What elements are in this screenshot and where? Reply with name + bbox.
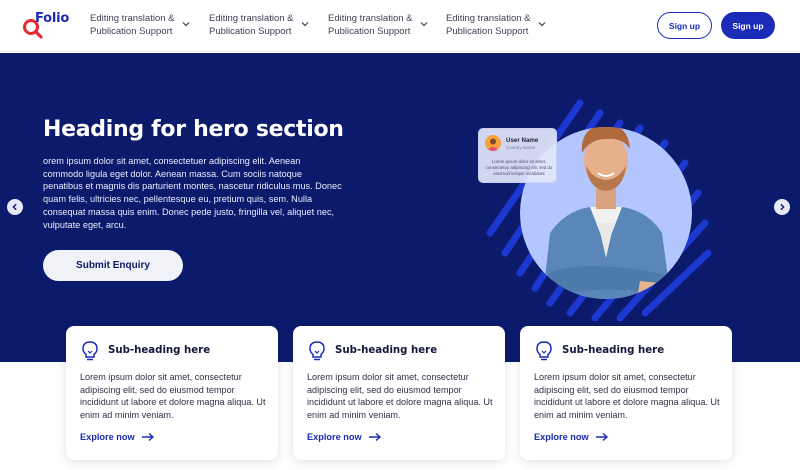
card-title: Sub-heading here bbox=[108, 345, 211, 356]
user-name: User Name bbox=[506, 137, 539, 144]
nav-item-label: Editing translation & Publication Suppor… bbox=[90, 13, 175, 37]
explore-now-label: Explore now bbox=[534, 432, 589, 442]
card-description: Lorem ipsum dolor sit amet, consectetur … bbox=[307, 372, 493, 420]
chevron-left-icon bbox=[12, 203, 17, 211]
user-quote: Lorem ipsum dolor sit amet, consectetuy … bbox=[485, 159, 553, 176]
carousel-prev-button[interactable] bbox=[7, 199, 23, 215]
arrow-right-icon bbox=[595, 432, 608, 442]
lightbulb-icon bbox=[82, 341, 98, 361]
nav-item-editing-1[interactable]: Editing translation & Publication Suppor… bbox=[90, 12, 200, 38]
nav-item-editing-2[interactable]: Editing translation & Publication Suppor… bbox=[209, 12, 319, 38]
feature-card-1: Sub-heading here Lorem ipsum dolor sit a… bbox=[66, 326, 278, 460]
nav-item-label: Editing translation & Publication Suppor… bbox=[328, 13, 413, 37]
arrow-right-icon bbox=[141, 432, 154, 442]
user-country: Country Name bbox=[506, 145, 536, 150]
folio-logo[interactable]: Folio bbox=[22, 10, 70, 42]
hero-description: orem ipsum dolor sit amet, consectetuer … bbox=[43, 156, 342, 230]
chevron-down-icon bbox=[420, 22, 428, 27]
arrow-right-icon bbox=[368, 432, 381, 442]
chevron-right-icon bbox=[780, 203, 785, 211]
submit-enquiry-button[interactable]: Submit Enquiry bbox=[43, 250, 183, 281]
lightbulb-icon bbox=[536, 341, 552, 361]
user-avatar-icon bbox=[487, 138, 499, 151]
explore-now-link[interactable]: Explore now bbox=[534, 432, 609, 442]
hero-section: Heading for hero section orem ipsum dolo… bbox=[0, 53, 800, 362]
carousel-next-button[interactable] bbox=[774, 199, 790, 215]
explore-now-label: Explore now bbox=[80, 432, 135, 442]
nav-item-editing-3[interactable]: Editing translation & Publication Suppor… bbox=[328, 12, 438, 38]
sign-up-outline-button[interactable]: Sign up bbox=[657, 12, 712, 39]
chevron-down-icon bbox=[182, 22, 190, 27]
user-testimonial-card: User Name Country Name Lorem ipsum dolor… bbox=[478, 128, 557, 183]
feature-card-3: Sub-heading here Lorem ipsum dolor sit a… bbox=[520, 326, 732, 460]
explore-now-link[interactable]: Explore now bbox=[307, 432, 382, 442]
top-navbar: Folio Editing translation & Publication … bbox=[0, 0, 800, 52]
card-title: Sub-heading here bbox=[335, 345, 438, 356]
feature-card-2: Sub-heading here Lorem ipsum dolor sit a… bbox=[293, 326, 505, 460]
sign-up-button[interactable]: Sign up bbox=[721, 12, 775, 39]
card-description: Lorem ipsum dolor sit amet, consectetur … bbox=[534, 372, 720, 420]
explore-now-label: Explore now bbox=[307, 432, 362, 442]
card-title: Sub-heading here bbox=[562, 345, 665, 356]
avatar bbox=[485, 135, 501, 151]
chevron-down-icon bbox=[538, 22, 546, 27]
nav-item-editing-4[interactable]: Editing translation & Publication Suppor… bbox=[446, 12, 556, 38]
lightbulb-icon bbox=[309, 341, 325, 361]
chevron-down-icon bbox=[301, 22, 309, 27]
nav-item-label: Editing translation & Publication Suppor… bbox=[209, 13, 294, 37]
card-description: Lorem ipsum dolor sit amet, consectetur … bbox=[80, 372, 266, 420]
nav-item-label: Editing translation & Publication Suppor… bbox=[446, 13, 531, 37]
hero-title: Heading for hero section bbox=[43, 117, 344, 142]
logo-wordmark: Folio bbox=[35, 11, 70, 26]
explore-now-link[interactable]: Explore now bbox=[80, 432, 155, 442]
hero-person-illustration bbox=[486, 99, 712, 322]
